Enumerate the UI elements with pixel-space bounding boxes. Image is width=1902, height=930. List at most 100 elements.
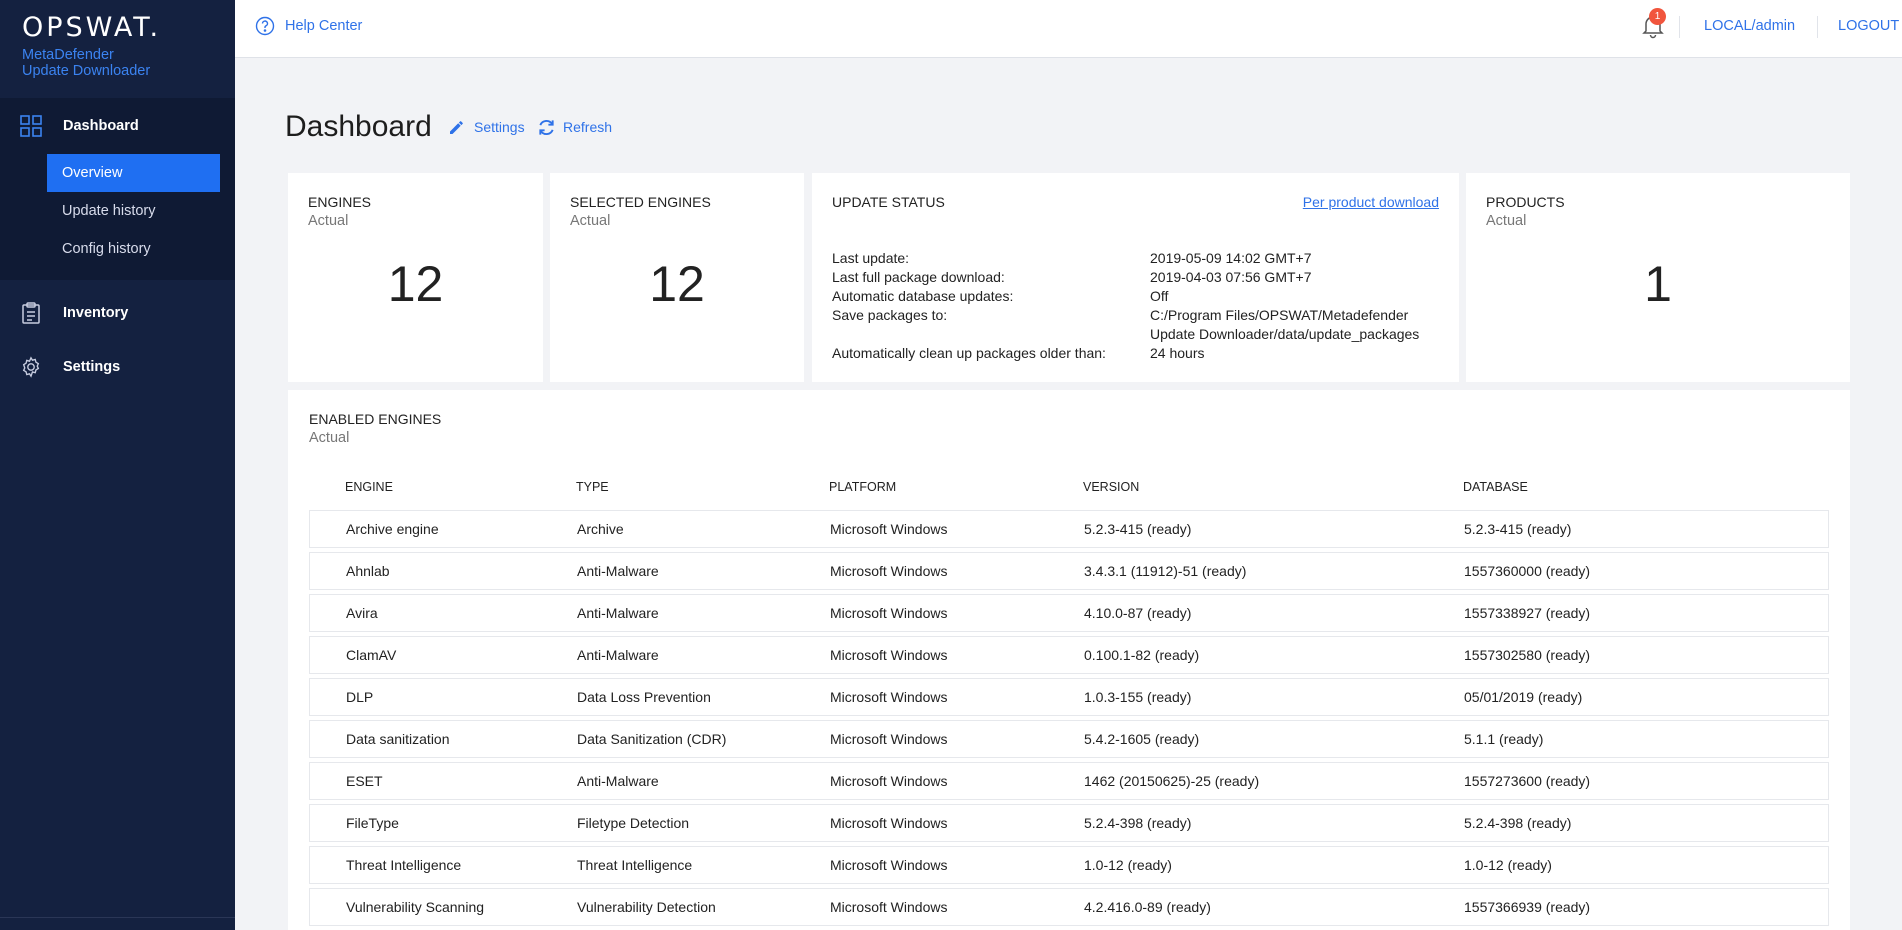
cell-engine: Ahnlab [346, 563, 390, 579]
cell-type: Archive [577, 521, 624, 537]
table-row[interactable]: ClamAV Anti-Malware Microsoft Windows 0.100… [309, 636, 1829, 674]
table-row[interactable]: DLP Data Loss Prevention Microsoft Windows… [309, 678, 1829, 716]
opswat-logo: OPSWAT. [22, 12, 162, 43]
cell-engine: Data sanitization [346, 731, 450, 747]
table-row[interactable]: Avira Anti-Malware Microsoft Windows 4.10.0… [309, 594, 1829, 632]
top-header: Help Center 1 LOCAL/admin LOGOUT [235, 0, 1902, 58]
products-card-title: PRODUCTS [1486, 194, 1565, 210]
engines-card: ENGINES Actual 12 [288, 173, 543, 382]
sidebar-item-settings[interactable]: Settings [0, 340, 235, 394]
user-menu[interactable]: LOCAL/admin [1704, 18, 1795, 34]
table-row[interactable]: FileType Filetype Detection Microsoft Wind… [309, 804, 1829, 842]
update-status-details: Last update: 2019-05-09 14:02 GMT+7 Last … [832, 249, 1440, 363]
help-center-link[interactable]: Help Center [255, 16, 362, 36]
cell-engine: Threat Intelligence [346, 857, 462, 873]
cell-type: Filetype Detection [577, 815, 690, 831]
status-label: Automatically clean up packages older th… [832, 345, 1106, 361]
update-status-card: UPDATE STATUS Per product download Last … [812, 173, 1459, 382]
cell-type: Data Sanitization (CDR) [577, 731, 727, 747]
pencil-icon [448, 118, 466, 136]
refresh-action[interactable]: Refresh [537, 118, 612, 136]
table-row[interactable]: Data sanitization Data Sanitization (CDR)… [309, 720, 1829, 758]
column-header-type[interactable]: TYPE [576, 480, 609, 494]
cell-database: 1557273600 (ready) [1464, 773, 1591, 789]
table-row[interactable]: Vulnerability Scanning Vulnerability Dete… [309, 888, 1829, 926]
sidebar-item-settings-label: Settings [63, 359, 121, 375]
header-divider [1817, 16, 1818, 38]
table-row[interactable]: Ahnlab Anti-Malware Microsoft Windows 3.4.3… [309, 552, 1829, 590]
cell-database: 1557360000 (ready) [1464, 563, 1591, 579]
enabled-engines-title: ENABLED ENGINES [309, 411, 442, 427]
logout-button[interactable]: LOGOUT [1838, 18, 1899, 34]
status-row: Last full package download: 2019-04-03 07… [832, 268, 1440, 287]
product-name-line2: Update Downloader [22, 63, 151, 79]
status-value: Off [1150, 288, 1169, 304]
clipboard-icon [19, 301, 43, 325]
cell-type: Anti-Malware [577, 605, 659, 621]
column-header-version[interactable]: VERSION [1083, 480, 1139, 494]
cell-version: 4.2.416.0-89 (ready) [1084, 899, 1211, 915]
refresh-action-label: Refresh [563, 119, 613, 135]
per-product-download-link[interactable]: Per product download [1303, 194, 1439, 210]
cell-version: 5.4.2-1605 (ready) [1084, 731, 1200, 747]
cell-platform: Microsoft Windows [830, 563, 948, 579]
cell-type: Anti-Malware [577, 563, 659, 579]
cell-database: 1.0-12 (ready) [1464, 857, 1552, 873]
refresh-icon [537, 118, 555, 136]
cell-database: 5.2.3-415 (ready) [1464, 521, 1572, 537]
cell-platform: Microsoft Windows [830, 857, 948, 873]
cell-version: 1.0-12 (ready) [1084, 857, 1172, 873]
sidebar-subitem-update-history[interactable]: Update history [47, 192, 220, 230]
status-label: Save packages to: [832, 307, 948, 323]
status-value: 24 hours [1150, 345, 1205, 361]
update-status-title: UPDATE STATUS [832, 194, 945, 210]
engines-card-title: ENGINES [308, 194, 372, 210]
status-label: Last update: [832, 250, 910, 266]
cell-database: 05/01/2019 (ready) [1464, 689, 1583, 705]
table-row[interactable]: Archive engine Archive Microsoft Windows 5.… [309, 510, 1829, 548]
sidebar-item-dashboard[interactable]: Dashboard [0, 98, 235, 154]
sidebar-item-inventory[interactable]: Inventory [0, 286, 235, 340]
cell-platform: Microsoft Windows [830, 773, 948, 789]
cell-type: Data Loss Prevention [577, 689, 711, 705]
gear-icon [19, 355, 43, 379]
cell-type: Threat Intelligence [577, 857, 693, 873]
products-card: PRODUCTS Actual 1 [1466, 173, 1850, 382]
column-header-platform[interactable]: PLATFORM [829, 480, 896, 494]
column-header-database[interactable]: DATABASE [1463, 480, 1528, 494]
selected-engines-sub: Actual [570, 213, 611, 229]
settings-action[interactable]: Settings [448, 118, 525, 136]
enabled-engines-panel: ENABLED ENGINES Actual ENGINE TYPE PLATF… [288, 390, 1850, 930]
products-card-sub: Actual [1486, 213, 1527, 229]
engines-card-sub: Actual [308, 213, 349, 229]
cell-database: 1557338927 (ready) [1464, 605, 1591, 621]
dashboard-grid-icon [19, 114, 43, 138]
selected-engines-title: SELECTED ENGINES [570, 194, 711, 210]
status-value: Update Downloader/data/update_packages [1150, 326, 1420, 342]
status-value: 2019-05-09 14:02 GMT+7 [1150, 250, 1312, 266]
table-row[interactable]: ESET Anti-Malware Microsoft Windows 1462 (2… [309, 762, 1829, 800]
selected-engines-count: 12 [649, 256, 705, 312]
settings-action-label: Settings [474, 119, 525, 135]
table-header: ENGINE TYPE PLATFORM VERSION DATABASE [309, 480, 1829, 500]
sidebar-subitem-config-history[interactable]: Config history [47, 230, 220, 268]
cell-version: 5.2.3-415 (ready) [1084, 521, 1192, 537]
cell-database: 5.2.4-398 (ready) [1464, 815, 1572, 831]
cell-version: 1462 (20150625)-25 (ready) [1084, 773, 1260, 789]
sidebar-item-inventory-label: Inventory [63, 305, 129, 321]
cell-platform: Microsoft Windows [830, 521, 948, 537]
table-row[interactable]: Threat Intelligence Threat Intelligence Mi… [309, 846, 1829, 884]
header-divider [1679, 16, 1680, 38]
sidebar-subitem-overview[interactable]: Overview [47, 154, 220, 192]
cell-version: 4.10.0-87 (ready) [1084, 605, 1192, 621]
cell-database: 5.1.1 (ready) [1464, 731, 1544, 747]
column-header-engine[interactable]: ENGINE [345, 480, 393, 494]
products-count: 1 [1644, 256, 1672, 312]
cell-engine: Archive engine [346, 521, 439, 537]
status-label: Automatic database updates: [832, 288, 1014, 304]
engines-count: 12 [387, 256, 444, 312]
cell-type: Anti-Malware [577, 773, 659, 789]
cell-engine: FileType [346, 815, 399, 831]
cell-platform: Microsoft Windows [830, 689, 948, 705]
status-row: Save packages to: C:/Program Files/OPSWAT… [832, 306, 1440, 325]
